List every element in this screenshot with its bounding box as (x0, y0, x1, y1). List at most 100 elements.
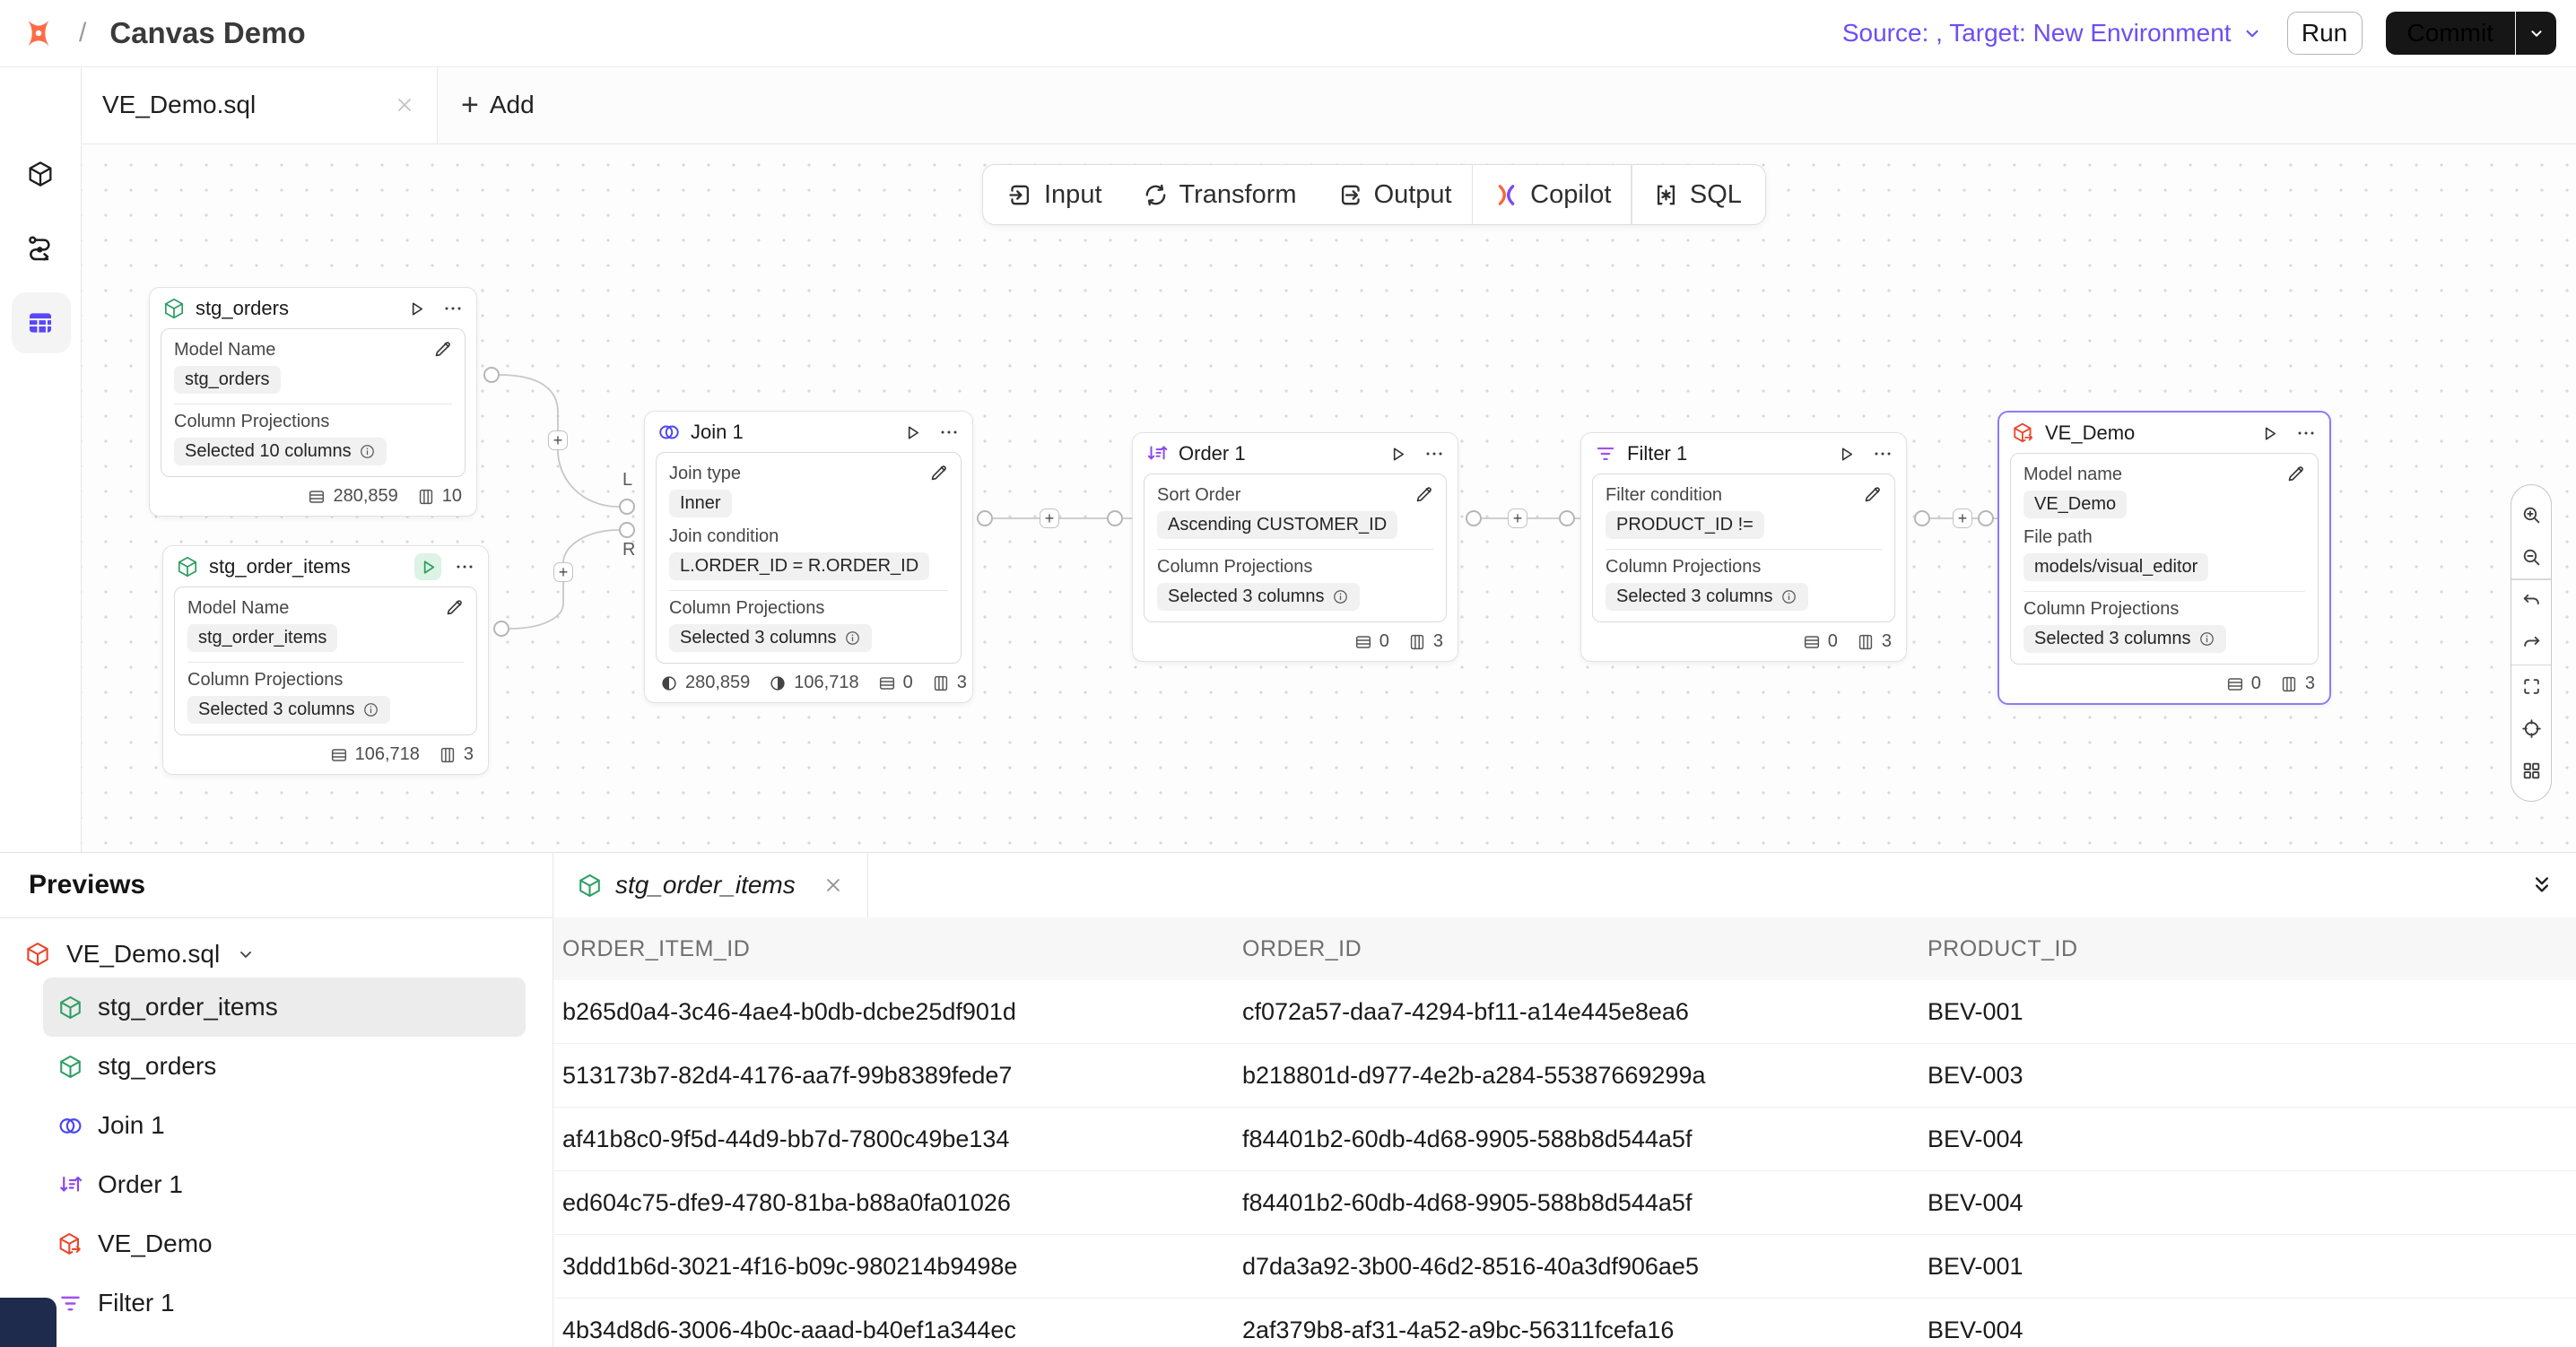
filter-condition-chip[interactable]: PRODUCT_ID != (1606, 511, 1764, 539)
close-tab-icon[interactable] (394, 94, 415, 116)
tree-item-join-1[interactable]: Join 1 (43, 1096, 526, 1155)
cell-order-item-id: af41b8c0-9f5d-44d9-bb7d-7800c49be134 (562, 1125, 1242, 1153)
add-tab-button[interactable]: + Add (461, 90, 535, 120)
projections-chip[interactable]: Selected 3 columns (1606, 583, 1808, 611)
rail-models-button[interactable] (26, 160, 55, 188)
copilot-tool-label: Copilot (1530, 180, 1611, 210)
commit-button[interactable]: Commit (2386, 12, 2515, 55)
rail-lineage-button[interactable] (26, 234, 55, 263)
edit-pencil-icon[interactable] (444, 596, 466, 618)
model-name-chip[interactable]: VE_Demo (2023, 491, 2127, 518)
fullscreen-button[interactable] (2511, 665, 2551, 708)
node-ve-demo[interactable]: VE_Demo Model name VE_Demo File path mod… (1997, 411, 2331, 705)
transform-tool-label: Transform (1179, 180, 1297, 210)
field-label: File path (2023, 527, 2305, 548)
zoom-out-button[interactable] (2511, 536, 2551, 578)
transform-tool-button[interactable]: Transform (1122, 165, 1317, 224)
node-menu-button[interactable] (1872, 443, 1893, 465)
commit-dropdown-button[interactable] (2515, 12, 2556, 55)
environment-selector[interactable]: Source: , Target: New Environment (1842, 19, 2264, 48)
output-port[interactable] (483, 367, 500, 383)
field-label: Model name (2023, 465, 2305, 485)
node-stg-order-items[interactable]: stg_order_items Model Name stg_order_ite… (162, 545, 489, 775)
redo-button[interactable] (2511, 622, 2551, 665)
edit-pencil-icon[interactable] (432, 338, 454, 360)
node-menu-button[interactable] (442, 298, 464, 319)
node-join-1[interactable]: Join 1 Join type Inner Join condition L.… (644, 411, 973, 703)
chevron-down-icon[interactable] (235, 943, 257, 965)
node-menu-button[interactable] (454, 556, 475, 578)
node-menu-button[interactable] (938, 421, 960, 443)
tree-root-ve-demo-sql[interactable]: VE_Demo.sql (0, 931, 553, 978)
zoom-in-button[interactable] (2511, 494, 2551, 536)
collapse-panel-button[interactable] (2529, 873, 2554, 898)
preview-tab-stg-order-items[interactable]: stg_order_items (553, 853, 868, 917)
node-stg-orders[interactable]: stg_orders Model Name stg_orders Column … (149, 287, 477, 517)
file-path-chip[interactable]: models/visual_editor (2023, 553, 2208, 581)
add-step-on-edge-button[interactable]: + (548, 430, 568, 450)
projections-chip[interactable]: Selected 3 columns (669, 624, 872, 652)
add-step-on-edge-button[interactable]: + (1953, 508, 1972, 528)
cell-order-id: 2af379b8-af31-4a52-a9bc-56311fcefa16 (1242, 1317, 1928, 1344)
close-tab-icon[interactable] (822, 874, 844, 896)
join-type-chip[interactable]: Inner (669, 490, 732, 517)
undo-button[interactable] (2511, 580, 2551, 622)
output-port[interactable] (1914, 510, 1930, 526)
sort-order-chip[interactable]: Ascending CUSTOMER_ID (1157, 511, 1397, 539)
run-node-button[interactable] (1384, 440, 1411, 467)
preview-tab-label: stg_order_items (615, 871, 796, 899)
join-left-input-port[interactable] (619, 499, 635, 515)
output-port[interactable] (493, 621, 509, 637)
run-node-button[interactable] (899, 419, 926, 446)
run-node-button[interactable] (414, 553, 441, 580)
run-node-button[interactable] (403, 295, 430, 322)
field-divider (1606, 549, 1882, 550)
add-step-on-edge-button[interactable]: + (1040, 508, 1059, 528)
tree-item-filter-1[interactable]: Filter 1 (43, 1273, 526, 1333)
node-stats: 0 3 (1133, 630, 1458, 661)
field-divider (187, 662, 464, 663)
input-port[interactable] (1107, 510, 1123, 526)
projections-chip[interactable]: Selected 10 columns (174, 438, 387, 465)
add-step-on-edge-button[interactable]: + (553, 562, 573, 582)
tree-item-order-1[interactable]: Order 1 (43, 1155, 526, 1214)
output-port[interactable] (977, 510, 993, 526)
input-tool-button[interactable]: Input (987, 165, 1122, 224)
projections-chip[interactable]: Selected 3 columns (2023, 625, 2226, 653)
tree-item-ve-demo[interactable]: VE_Demo (43, 1214, 526, 1273)
input-port[interactable] (1978, 510, 1994, 526)
node-menu-button[interactable] (1423, 443, 1445, 465)
copilot-tool-button[interactable]: Copilot (1473, 165, 1631, 224)
node-filter-1[interactable]: Filter 1 Filter condition PRODUCT_ID != … (1580, 432, 1907, 662)
join-condition-chip[interactable]: L.ORDER_ID = R.ORDER_ID (669, 552, 929, 580)
projections-chip[interactable]: Selected 3 columns (187, 696, 390, 724)
edit-pencil-icon[interactable] (1862, 483, 1884, 505)
edit-pencil-icon[interactable] (928, 462, 950, 483)
output-port[interactable] (1466, 510, 1482, 526)
tree-item-stg-orders[interactable]: stg_orders (43, 1037, 526, 1096)
file-tab-active[interactable]: VE_Demo.sql (81, 66, 438, 143)
minimap-button[interactable] (2511, 750, 2551, 792)
info-icon (362, 701, 379, 718)
projections-chip[interactable]: Selected 3 columns (1157, 583, 1360, 611)
run-button[interactable]: Run (2287, 12, 2363, 55)
model-name-chip[interactable]: stg_orders (174, 366, 281, 394)
input-port[interactable] (1559, 510, 1575, 526)
rows-icon (307, 487, 326, 507)
edit-pencil-icon[interactable] (1414, 483, 1435, 505)
rows-icon (329, 745, 349, 765)
node-order-1[interactable]: Order 1 Sort Order Ascending CUSTOMER_ID… (1132, 432, 1458, 662)
run-node-button[interactable] (2256, 420, 2283, 447)
rail-preview-table-button[interactable] (25, 308, 56, 338)
sql-tool-button[interactable]: SQL (1632, 165, 1762, 224)
add-step-on-edge-button[interactable]: + (1508, 508, 1527, 528)
run-node-button[interactable] (1832, 440, 1859, 467)
fit-view-button[interactable] (2511, 708, 2551, 750)
node-menu-button[interactable] (2295, 422, 2317, 444)
model-cube-icon (176, 555, 199, 578)
tree-item-stg-order-items[interactable]: stg_order_items (43, 978, 526, 1037)
output-tool-button[interactable]: Output (1317, 165, 1472, 224)
edit-pencil-icon[interactable] (2285, 463, 2307, 484)
join-right-input-port[interactable] (619, 522, 635, 538)
model-name-chip[interactable]: stg_order_items (187, 624, 337, 652)
